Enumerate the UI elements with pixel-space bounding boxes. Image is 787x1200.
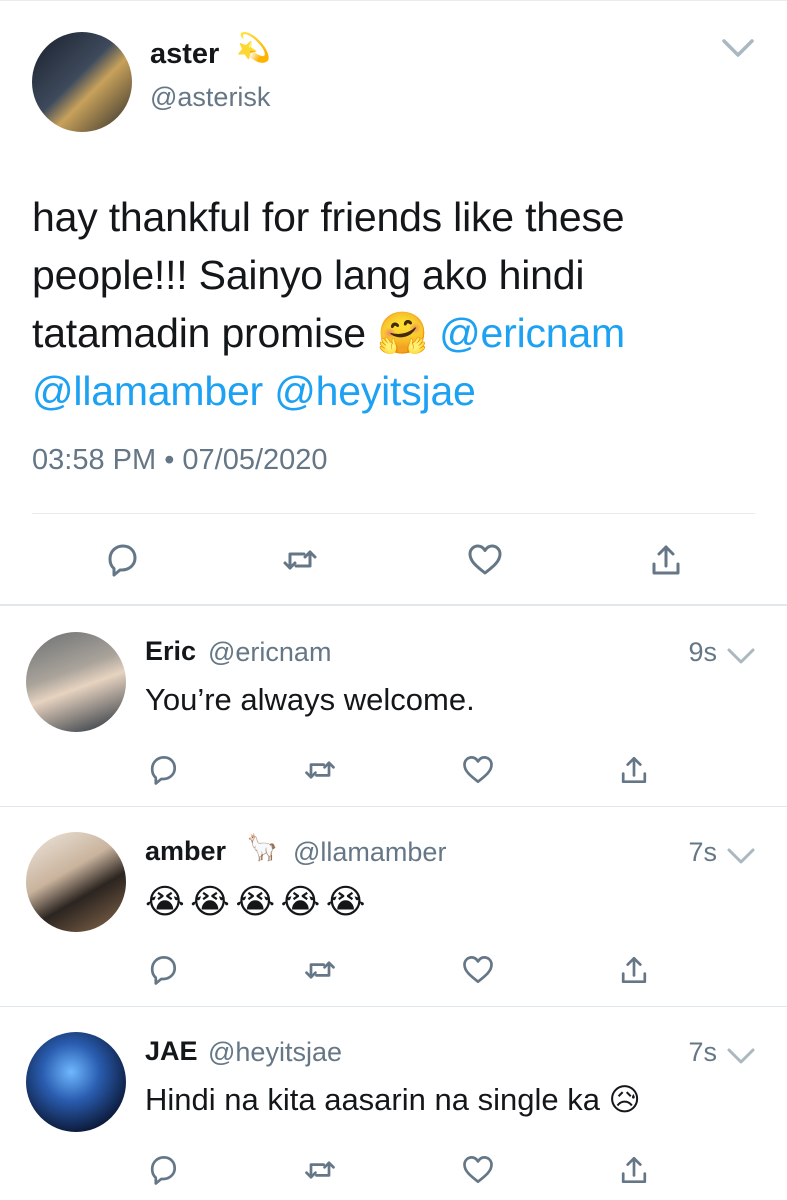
reply-button[interactable] xyxy=(145,1152,181,1188)
retweet-icon xyxy=(305,961,335,979)
reply-icon xyxy=(108,544,137,577)
mention-link[interactable]: @ericnam xyxy=(439,310,625,356)
reply-icon xyxy=(150,756,177,785)
retweet-icon xyxy=(305,761,335,779)
share-icon xyxy=(621,1156,647,1184)
reply-actions xyxy=(0,752,787,792)
reply-actions xyxy=(0,952,787,992)
retweet-button[interactable] xyxy=(280,540,320,580)
reply-text: Hindi na kita aasarin na single ka 😥 xyxy=(145,1082,641,1117)
divider xyxy=(32,513,755,514)
reply-icon xyxy=(150,1156,177,1185)
author-name[interactable]: aster xyxy=(150,38,219,71)
author-name[interactable]: amber xyxy=(145,836,226,867)
tweet-timestamp: 03:58 PM • 07/05/2020 xyxy=(32,444,328,477)
author-name[interactable]: Eric xyxy=(145,636,196,667)
reply-tweet[interactable]: JAE @heyitsjae 7s Hindi na kita aasarin … xyxy=(0,1006,787,1200)
reply-time: 7s xyxy=(688,1037,717,1067)
mention-link[interactable]: @llamamber xyxy=(32,368,263,414)
author-handle[interactable]: @ericnam xyxy=(208,637,331,668)
like-icon xyxy=(463,956,493,984)
reply-time: 9s xyxy=(688,637,717,667)
main-tweet: aster 💫 @asterisk hay thankful for frien… xyxy=(0,0,787,606)
author-name[interactable]: JAE xyxy=(145,1036,198,1067)
retweet-button[interactable] xyxy=(302,952,338,988)
chevron-down-icon[interactable] xyxy=(726,1046,756,1066)
like-button[interactable] xyxy=(465,540,505,580)
share-button[interactable] xyxy=(616,952,652,988)
author-name-emoji: 🦙 xyxy=(246,832,279,862)
retweet-icon xyxy=(283,550,317,570)
reply-tweet[interactable]: amber 🦙 @llamamber 7s 😭 😭 😭 😭 😭 xyxy=(0,806,787,1006)
like-button[interactable] xyxy=(460,952,496,988)
like-button[interactable] xyxy=(460,1152,496,1188)
share-icon xyxy=(621,956,647,984)
share-button[interactable] xyxy=(616,1152,652,1188)
like-icon xyxy=(463,1156,493,1184)
reply-icon xyxy=(150,956,177,985)
like-icon xyxy=(463,756,493,784)
author-handle[interactable]: @llamamber xyxy=(293,837,446,868)
retweet-button[interactable] xyxy=(302,752,338,788)
share-button[interactable] xyxy=(646,540,686,580)
author-handle[interactable]: @heyitsjae xyxy=(208,1037,342,1068)
mention-link[interactable]: @heyitsjae xyxy=(274,368,476,414)
avatar[interactable] xyxy=(32,32,132,132)
share-button[interactable] xyxy=(616,752,652,788)
reply-tweet[interactable]: Eric @ericnam 9s You’re always welcome. xyxy=(0,606,787,806)
like-button[interactable] xyxy=(460,752,496,788)
reply-text: 😭 😭 😭 😭 😭 xyxy=(145,883,365,921)
reply-actions xyxy=(0,1152,787,1192)
chevron-down-icon[interactable] xyxy=(720,36,756,60)
tweet-date: 07/05/2020 xyxy=(182,444,328,476)
author-name-emoji: 💫 xyxy=(236,32,271,63)
separator-dot: • xyxy=(164,444,175,476)
retweet-icon xyxy=(305,1161,335,1179)
reply-button[interactable] xyxy=(145,952,181,988)
share-icon xyxy=(621,756,647,784)
tweet-actions xyxy=(0,540,787,580)
tweet-text: hay thankful for friends like these peop… xyxy=(32,188,732,420)
author-handle[interactable]: @asterisk xyxy=(150,82,270,113)
share-icon xyxy=(652,545,680,575)
avatar[interactable] xyxy=(26,1032,126,1132)
reply-text: You’re always welcome. xyxy=(145,682,475,717)
reply-button[interactable] xyxy=(102,540,142,580)
like-icon xyxy=(468,544,502,575)
reply-button[interactable] xyxy=(145,752,181,788)
tweet-time: 03:58 PM xyxy=(32,444,157,476)
retweet-button[interactable] xyxy=(302,1152,338,1188)
avatar[interactable] xyxy=(26,632,126,732)
chevron-down-icon[interactable] xyxy=(726,846,756,866)
chevron-down-icon[interactable] xyxy=(726,646,756,666)
reply-time: 7s xyxy=(688,837,717,867)
avatar[interactable] xyxy=(26,832,126,932)
